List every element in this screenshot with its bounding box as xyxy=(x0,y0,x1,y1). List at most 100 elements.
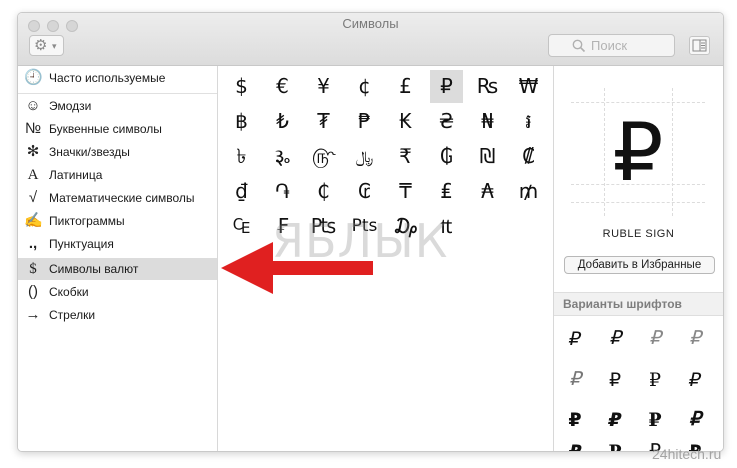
char-cell[interactable]: ௹ xyxy=(307,140,340,173)
char-cell[interactable]: ₠ xyxy=(225,210,258,243)
sidebar-item-emoji[interactable]: ☺ Эмодзи xyxy=(18,95,217,117)
font-variant[interactable]: ₽ xyxy=(596,364,634,396)
font-variant[interactable]: ₽ xyxy=(556,436,594,451)
search-input[interactable]: Поиск xyxy=(548,34,675,57)
char-cell[interactable]: ₢ xyxy=(348,175,381,208)
font-variant[interactable]: ₽ xyxy=(676,323,714,355)
char-cell[interactable]: ₤ xyxy=(430,175,463,208)
char-cell[interactable]: ₥ xyxy=(512,175,545,208)
font-variant[interactable]: ₽ xyxy=(596,404,634,436)
asterisk-icon: ✻ xyxy=(26,143,40,160)
font-variant[interactable]: ₽ xyxy=(636,323,674,355)
sidebar-item-label: Значки/звезды xyxy=(49,145,130,159)
writing-hand-icon: ✍ xyxy=(24,212,43,229)
character-detail-panel: ₽ RUBLE SIGN Добавить в Избранные Вариан… xyxy=(553,66,723,451)
sidebar-item-label: Скобки xyxy=(49,285,89,299)
search-placeholder: Поиск xyxy=(591,38,628,53)
sidebar-item-punctuation[interactable]: ., Пунктуация xyxy=(18,233,217,255)
char-cell[interactable]: ₲ xyxy=(430,140,463,173)
sidebar-divider xyxy=(18,93,217,94)
sidebar-item-label: Часто используемые xyxy=(49,71,166,85)
window-title: Символы xyxy=(342,16,399,31)
chevron-down-icon: ▾ xyxy=(52,41,57,51)
char-cell[interactable]: ৳ xyxy=(225,140,258,173)
char-cell-selected[interactable]: ₽ xyxy=(430,70,463,103)
sidebar-item-currency-symbols[interactable]: $ Символы валют xyxy=(18,258,217,280)
sidebar-item-math-symbols[interactable]: √ Математические символы xyxy=(18,187,217,209)
dollar-icon: $ xyxy=(29,261,37,277)
font-variant[interactable]: ₽ xyxy=(676,364,714,396)
char-cell[interactable]: ₫ xyxy=(225,175,258,208)
char-cell[interactable]: ₭ xyxy=(389,105,422,138)
action-menu-button[interactable]: ⚙ ▾ xyxy=(29,35,64,56)
char-cell[interactable]: $ xyxy=(225,70,258,103)
sidebar-item-label: Математические символы xyxy=(49,191,195,205)
char-cell[interactable]: ₡ xyxy=(512,140,545,173)
sidebar-item-label: Эмодзи xyxy=(49,99,92,113)
char-cell[interactable]: ₺ xyxy=(266,105,299,138)
sidebar-item-label: Пунктуация xyxy=(49,237,114,251)
sidebar-item-label: Символы валют xyxy=(49,262,139,276)
font-variant[interactable]: ₽ xyxy=(596,436,634,451)
title-bar: Символы ⚙ ▾ Поиск xyxy=(18,13,723,66)
category-sidebar: 🕘 Часто используемые ☺ Эмодзи № Буквенны… xyxy=(18,66,218,451)
char-cell[interactable]: ฿ xyxy=(225,105,258,138)
sidebar-item-label: Пиктограммы xyxy=(49,214,125,228)
char-cell[interactable]: ֏ xyxy=(266,175,299,208)
char-cell[interactable]: ૱ xyxy=(266,140,299,173)
font-variants-title: Варианты шрифтов xyxy=(563,297,682,311)
clock-icon: 🕘 xyxy=(24,69,43,86)
font-variant[interactable]: ₽ xyxy=(636,364,674,396)
font-variant[interactable]: ₽ xyxy=(556,404,594,436)
selected-glyph: ₽ xyxy=(612,106,664,199)
char-cell[interactable]: ₳ xyxy=(471,175,504,208)
char-cell[interactable]: ¥ xyxy=(307,70,340,103)
font-variant[interactable]: ₽ xyxy=(556,364,594,396)
char-cell[interactable]: ₦ xyxy=(471,105,504,138)
sidebar-item-pictographs[interactable]: ✍ Пиктограммы xyxy=(18,210,217,232)
gear-icon: ⚙ xyxy=(34,37,48,54)
char-cell[interactable]: € xyxy=(266,70,299,103)
font-variant[interactable]: ₽ xyxy=(636,404,674,436)
sidebar-item-stars[interactable]: ✻ Значки/звезды xyxy=(18,141,217,163)
font-variant[interactable]: ₽ xyxy=(556,323,594,355)
watermark-site: 24hitech.ru xyxy=(652,446,722,462)
sidebar-item-arrows[interactable]: → Стрелки xyxy=(18,304,217,326)
char-cell[interactable]: ₹ xyxy=(389,140,422,173)
sidebar-item-latin[interactable]: A Латиница xyxy=(18,164,217,186)
parentheses-icon: () xyxy=(28,283,38,300)
toggle-view-button[interactable] xyxy=(689,36,710,55)
char-cell[interactable]: ₴ xyxy=(430,105,463,138)
char-cell[interactable]: ₩ xyxy=(512,70,545,103)
pointer-arrow xyxy=(221,242,373,294)
glyph-preview: ₽ xyxy=(571,88,705,216)
char-cell[interactable]: ₨ xyxy=(471,70,504,103)
latin-a-icon: A xyxy=(27,167,39,183)
font-variant[interactable]: ₽ xyxy=(596,323,634,355)
sidebar-item-label: Буквенные символы xyxy=(49,122,162,136)
sidebar-item-label: Стрелки xyxy=(49,308,96,322)
char-cell[interactable]: ₸ xyxy=(389,175,422,208)
font-variant[interactable]: ₽ xyxy=(676,404,714,436)
font-variants-header: Варианты шрифтов xyxy=(554,292,723,316)
sidebar-item-brackets[interactable]: () Скобки xyxy=(18,281,217,303)
char-cell[interactable]: ₮ xyxy=(307,105,340,138)
char-cell[interactable]: ₵ xyxy=(307,175,340,208)
preview-guide xyxy=(571,102,705,103)
sidebar-item-letterlike-symbols[interactable]: № Буквенные символы xyxy=(18,118,217,140)
add-to-favorites-button[interactable]: Добавить в Избранные xyxy=(564,256,715,274)
sidebar-item-frequently-used[interactable]: 🕘 Часто используемые xyxy=(18,67,217,89)
preview-guide xyxy=(571,202,705,203)
square-root-icon: √ xyxy=(28,189,38,206)
character-name: RUBLE SIGN xyxy=(602,228,675,240)
char-cell[interactable]: ៛ xyxy=(512,105,545,138)
char-cell[interactable]: ₱ xyxy=(348,105,381,138)
char-cell[interactable]: £ xyxy=(389,70,422,103)
punctuation-icon: ., xyxy=(28,235,38,252)
char-cell[interactable]: ﷼ xyxy=(348,140,381,173)
numero-icon: № xyxy=(24,120,42,137)
char-cell[interactable]: ¢ xyxy=(348,70,381,103)
char-cell[interactable]: ₪ xyxy=(471,140,504,173)
smiley-icon: ☺ xyxy=(25,97,41,114)
sidebar-item-label: Латиница xyxy=(49,168,103,182)
